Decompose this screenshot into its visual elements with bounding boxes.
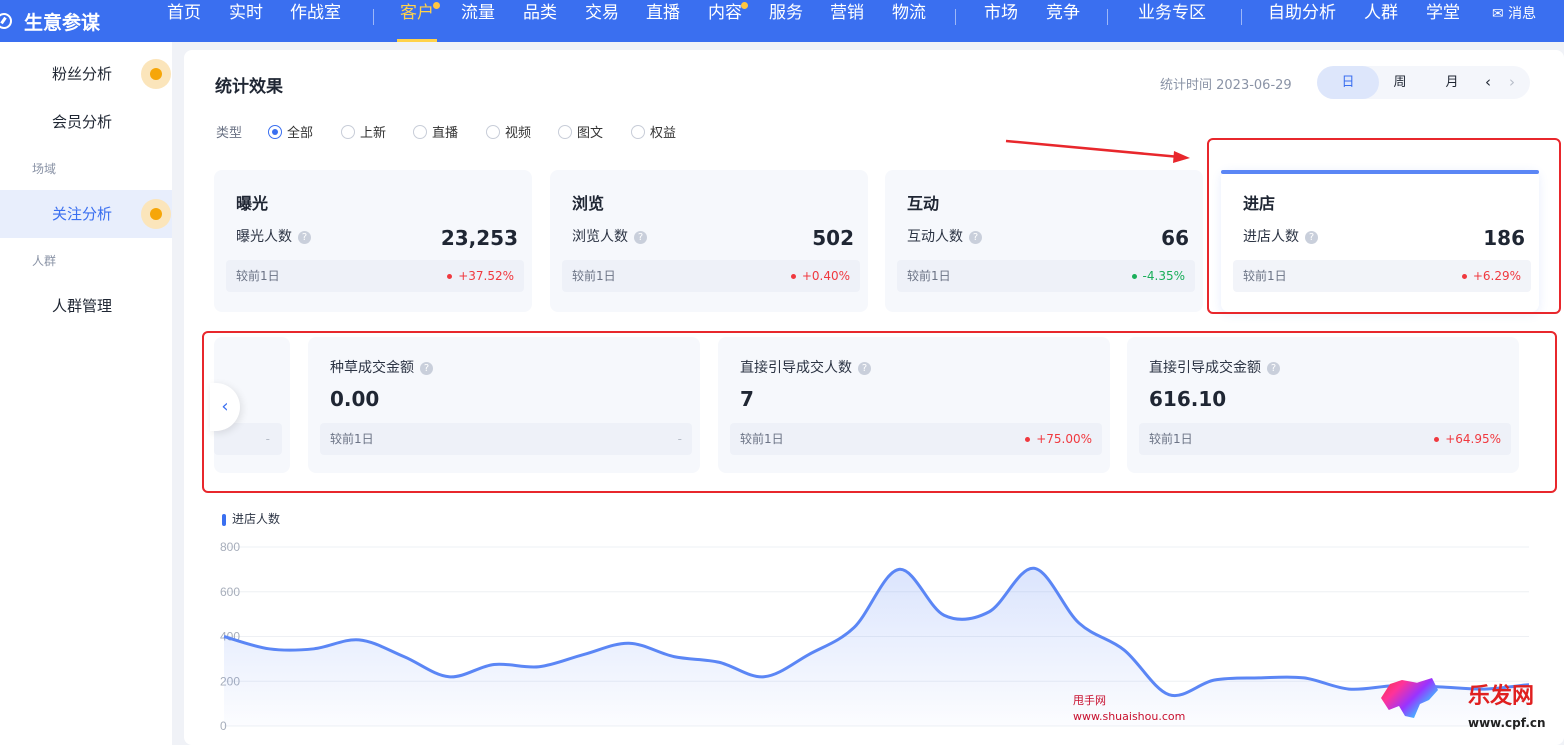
annotation-arrow <box>1005 139 1181 159</box>
bull-logo-icon <box>1381 678 1438 718</box>
highlight-box <box>1207 138 1561 314</box>
watermark-brand: 乐发网 <box>1468 683 1535 709</box>
watermark-site-url: www.shuaishou.com <box>1073 710 1186 723</box>
watermark-logo: 乐发网 www.cpf.cn <box>1368 676 1564 745</box>
highlight-box <box>202 331 1557 493</box>
annotation-arrowhead <box>1173 151 1190 163</box>
watermark-site-name: 甩手网 <box>1073 694 1106 707</box>
watermark-brand-url: www.cpf.cn <box>1468 716 1546 730</box>
